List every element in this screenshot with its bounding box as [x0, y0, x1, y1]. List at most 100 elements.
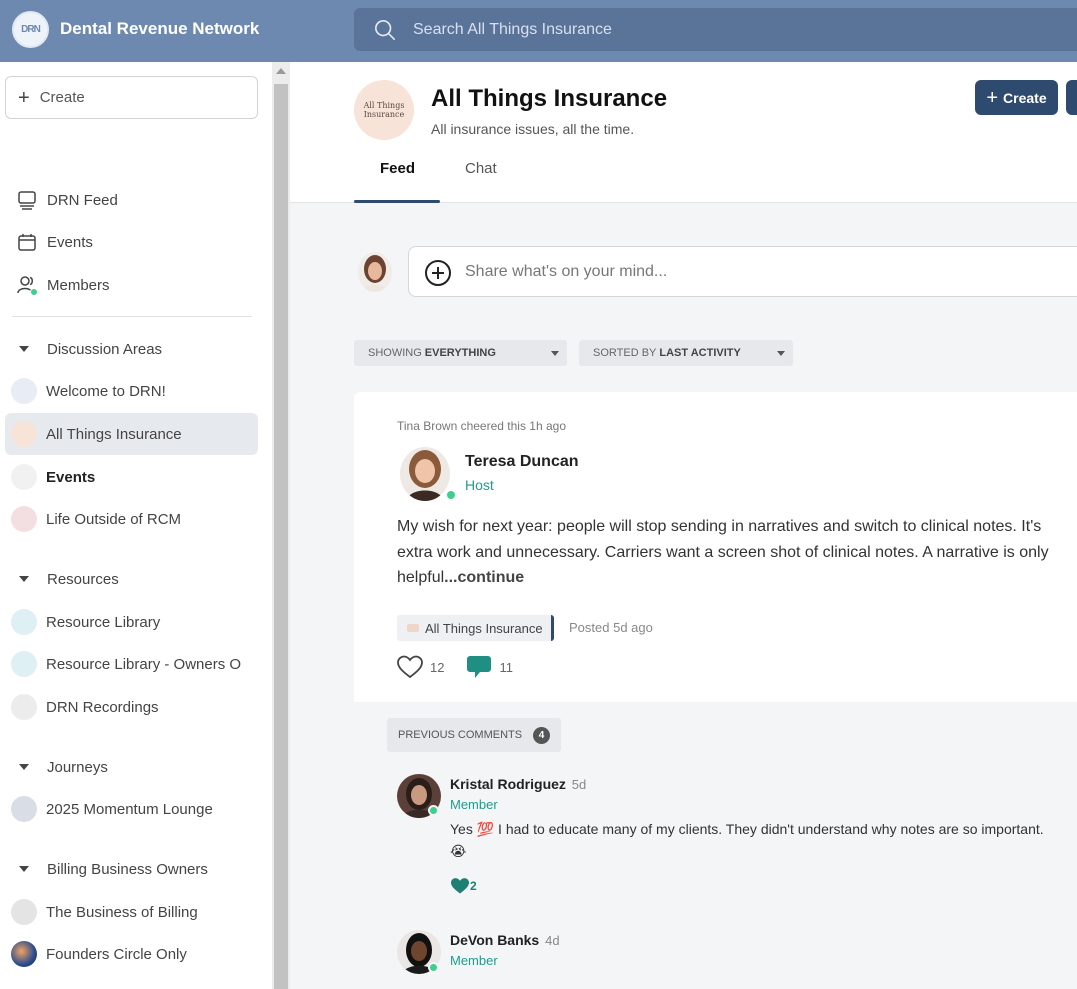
comments-section: PREVIOUS COMMENTS 4 Kristal Rodriguez 5d… — [354, 702, 1077, 989]
sidebar-item-label: The Business of Billing — [46, 903, 198, 921]
caret-down-icon — [19, 346, 29, 352]
group-avatar — [11, 609, 37, 635]
heart-icon[interactable] — [397, 655, 423, 679]
scroll-up-arrow-icon[interactable] — [276, 68, 286, 74]
sidebar-item-founders-circle[interactable]: Founders Circle Only — [5, 933, 258, 975]
search-icon — [375, 20, 395, 40]
section-label: Discussion Areas — [47, 340, 163, 358]
sidebar-item-label: Welcome to DRN! — [46, 382, 166, 400]
monitor-icon — [17, 190, 37, 210]
group-avatar — [11, 464, 37, 490]
commenter-name-text: Kristal Rodriguez — [450, 776, 566, 792]
sort-prefix: SORTED BY — [593, 347, 657, 359]
create-button-label: Create — [1003, 89, 1047, 106]
current-user-avatar[interactable] — [358, 252, 392, 292]
filter-showing-dropdown[interactable]: SHOWING EVERYTHING — [354, 340, 567, 366]
posted-time: Posted 5d ago — [569, 620, 653, 635]
search-placeholder: Search All Things Insurance — [413, 21, 612, 38]
group-avatar — [11, 796, 37, 822]
group-avatar: All Things Insurance — [354, 80, 414, 140]
filter-prefix: SHOWING — [368, 347, 422, 359]
post-group-tag-label: All Things Insurance — [425, 620, 543, 636]
sidebar-item-life-outside[interactable]: Life Outside of RCM — [5, 498, 258, 540]
group-avatar — [11, 651, 37, 677]
sidebar-create-button[interactable]: + Create — [5, 76, 258, 119]
section-billing-business-owners[interactable]: Billing Business Owners — [5, 850, 258, 888]
author-name[interactable]: Teresa Duncan — [465, 453, 579, 471]
section-label: Resources — [47, 570, 119, 588]
commenter-name-text: DeVon Banks — [450, 932, 540, 948]
brand-name[interactable]: Dental Revenue Network — [60, 19, 259, 39]
commenter-name[interactable]: Kristal Rodriguez 5d — [450, 776, 586, 792]
sidebar-item-momentum-lounge[interactable]: 2025 Momentum Lounge — [5, 788, 258, 830]
sidebar-item-events[interactable]: Events — [5, 221, 258, 263]
scrollbar-thumb[interactable] — [274, 84, 288, 989]
sort-dropdown[interactable]: SORTED BY LAST ACTIVITY — [579, 340, 793, 366]
search-input[interactable]: Search All Things Insurance — [354, 8, 1077, 51]
sort-value: LAST ACTIVITY — [659, 347, 741, 359]
sidebar-item-resource-library-owners[interactable]: Resource Library - Owners O — [5, 643, 258, 685]
tab-chat[interactable]: Chat — [465, 160, 497, 177]
group-avatar — [11, 899, 37, 925]
comment-icon[interactable] — [466, 654, 492, 680]
group-avatar — [11, 941, 37, 967]
comment-reactions[interactable]: 2 — [450, 877, 477, 895]
sidebar-item-label: 2025 Momentum Lounge — [46, 800, 213, 818]
sidebar-item-label: Resource Library — [46, 613, 161, 631]
tab-feed[interactable]: Feed — [380, 160, 415, 177]
people-icon — [17, 275, 38, 296]
sidebar-item-drn-recordings[interactable]: DRN Recordings — [5, 686, 258, 728]
caret-down-icon — [19, 764, 29, 770]
plus-icon: + — [986, 86, 999, 109]
sidebar-scrollbar[interactable] — [272, 62, 290, 989]
author-role: Host — [465, 477, 494, 493]
page-title: All Things Insurance — [431, 85, 668, 112]
section-label: Journeys — [47, 758, 108, 776]
brand-logo[interactable]: DRN — [12, 11, 49, 48]
more-button[interactable] — [1066, 80, 1077, 115]
share-input[interactable]: Share what's on your mind... — [408, 246, 1077, 297]
create-label: Create — [39, 89, 85, 106]
post-card: Tina Brown cheered this 1h ago Teresa Du… — [354, 392, 1077, 989]
section-resources[interactable]: Resources — [5, 560, 258, 598]
sidebar-item-label: Founders Circle Only — [46, 945, 187, 963]
sidebar-item-label: All Things Insurance — [46, 425, 182, 443]
sidebar-item-label: Resource Library - Owners O — [46, 655, 242, 673]
sidebar-item-label: Members — [47, 276, 110, 294]
continue-link[interactable]: ...continue — [444, 569, 524, 586]
sidebar-item-events-group[interactable]: Events — [5, 456, 258, 498]
previous-comments-label: PREVIOUS COMMENTS — [398, 729, 523, 741]
group-avatar — [11, 506, 37, 532]
sidebar-item-drn-feed[interactable]: DRN Feed — [5, 179, 258, 221]
post-body: My wish for next year: people will stop … — [397, 514, 1077, 591]
share-placeholder: Share what's on your mind... — [465, 263, 668, 280]
commenter-role: Member — [450, 797, 498, 812]
author-avatar[interactable] — [400, 447, 450, 501]
sidebar: + Create DRN Feed Events Members Discuss… — [0, 62, 272, 989]
sidebar-divider — [12, 316, 252, 317]
caret-down-icon — [19, 576, 29, 582]
sidebar-item-label: DRN Recordings — [46, 698, 159, 716]
sidebar-item-members[interactable]: Members — [5, 264, 258, 306]
post-group-tag[interactable]: All Things Insurance — [397, 615, 554, 641]
group-avatar — [11, 378, 37, 404]
sidebar-item-welcome[interactable]: Welcome to DRN! — [5, 370, 258, 412]
section-journeys[interactable]: Journeys — [5, 748, 258, 786]
comment-count: 11 — [499, 659, 513, 675]
online-indicator — [428, 962, 439, 973]
sidebar-item-resource-library[interactable]: Resource Library — [5, 601, 258, 643]
previous-comments-button[interactable]: PREVIOUS COMMENTS 4 — [387, 718, 562, 752]
commenter-name[interactable]: DeVon Banks 4d — [450, 932, 560, 948]
group-header: All Things Insurance All Things Insuranc… — [290, 62, 1077, 203]
sidebar-item-business-of-billing[interactable]: The Business of Billing — [5, 891, 258, 933]
post-reactions: 12 11 — [397, 654, 535, 680]
caret-down-icon — [551, 351, 559, 356]
section-discussion-areas[interactable]: Discussion Areas — [5, 330, 258, 368]
sidebar-item-all-things-insurance[interactable]: All Things Insurance — [5, 413, 258, 455]
caret-down-icon — [19, 866, 29, 872]
section-label: Billing Business Owners — [47, 860, 208, 878]
previous-comments-count: 4 — [533, 726, 551, 744]
online-indicator — [428, 805, 439, 816]
heart-filled-icon — [451, 878, 469, 894]
create-button[interactable]: + Create — [975, 80, 1058, 115]
